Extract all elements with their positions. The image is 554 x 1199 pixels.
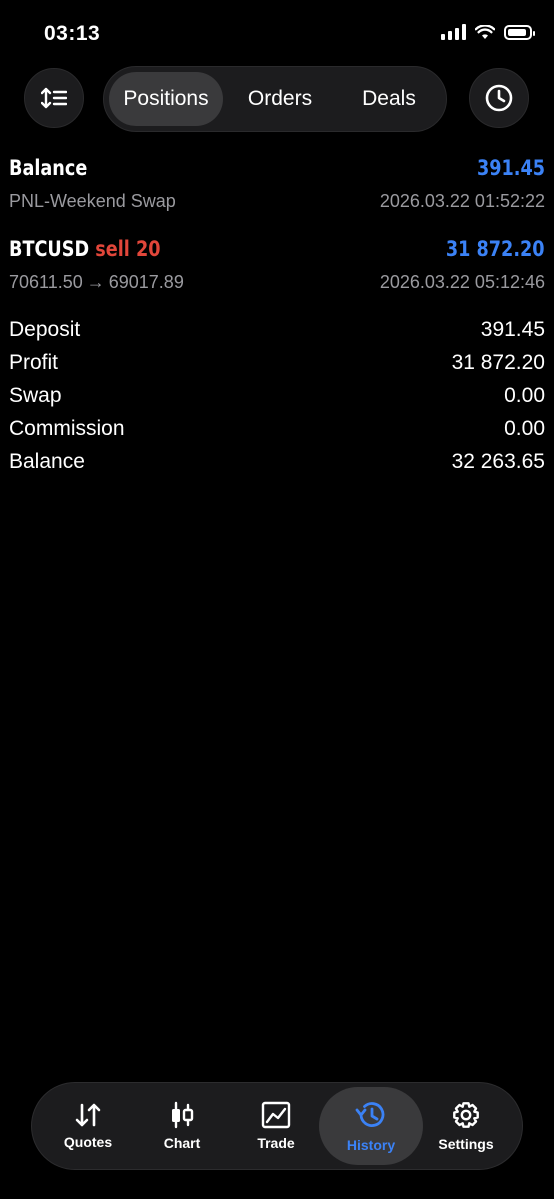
list-item[interactable]: BTCUSD sell 20 31 872.20 70611.50 → 69017.… xyxy=(9,234,545,297)
status-bar: 03:13 xyxy=(0,0,554,70)
tab-label: Trade xyxy=(257,1135,295,1151)
arrow-right-icon: → xyxy=(86,271,105,292)
summary-label: Commission xyxy=(9,416,125,440)
tab-chart[interactable]: Chart xyxy=(135,1087,229,1165)
deal-comment: PNL-Weekend Swap xyxy=(9,190,176,211)
tab-trade[interactable]: Trade xyxy=(229,1087,323,1165)
tab-deals[interactable]: Deals xyxy=(332,72,446,126)
tab-positions[interactable]: Positions xyxy=(109,72,223,126)
summary-value: 391.45 xyxy=(480,317,545,341)
tab-label: Settings xyxy=(438,1136,494,1152)
summary-value: 31 872.20 xyxy=(451,350,545,374)
settings-icon xyxy=(453,1102,479,1128)
history-segmented-control: Positions Orders Deals xyxy=(103,66,447,132)
summary-row-commission: Commission 0.00 xyxy=(9,412,545,445)
cellular-signal-icon xyxy=(441,24,466,40)
quotes-icon xyxy=(75,1103,101,1127)
trade-icon xyxy=(261,1101,291,1129)
summary-value: 0.00 xyxy=(504,416,545,440)
summary-row-deposit: Deposit 391.45 xyxy=(9,313,545,346)
tab-settings[interactable]: Settings xyxy=(419,1087,513,1165)
summary-row-balance: Balance 32 263.65 xyxy=(9,445,545,478)
history-summary: Deposit 391.45 Profit 31 872.20 Swap 0.0… xyxy=(9,313,545,478)
sort-icon xyxy=(41,87,67,109)
summary-value: 0.00 xyxy=(504,383,545,407)
summary-row-profit: Profit 31 872.20 xyxy=(9,346,545,379)
summary-value: 32 263.65 xyxy=(451,449,545,473)
history-icon xyxy=(355,1102,385,1127)
deal-timestamp: 2026.03.22 01:52:22 xyxy=(379,190,545,211)
summary-label: Swap xyxy=(9,383,62,407)
deal-title: Balance xyxy=(9,156,88,180)
tab-label: Chart xyxy=(163,1135,201,1151)
chart-icon xyxy=(172,1101,194,1129)
wifi-icon xyxy=(475,24,495,39)
tab-quotes[interactable]: Quotes xyxy=(41,1087,135,1165)
deal-timestamp: 2026.03.22 05:12:46 xyxy=(379,271,545,292)
tab-history[interactable]: History xyxy=(319,1087,423,1165)
deal-symbol: BTCUSD xyxy=(9,237,90,261)
tab-label: Quotes xyxy=(63,1134,113,1150)
tab-orders[interactable]: Orders xyxy=(223,72,337,126)
status-time: 03:13 xyxy=(44,22,101,45)
sort-button[interactable] xyxy=(24,68,84,128)
price-close: 69017.89 xyxy=(108,271,184,292)
deal-title-group: BTCUSD sell 20 xyxy=(9,237,161,261)
bottom-tab-bar: Quotes Chart Trade History Settings xyxy=(31,1082,523,1170)
tab-label: History xyxy=(346,1137,396,1153)
summary-label: Deposit xyxy=(9,317,81,341)
status-icons xyxy=(441,24,535,40)
summary-label: Profit xyxy=(9,350,59,374)
deal-amount: 31 872.20 xyxy=(446,237,545,261)
list-item[interactable]: Balance 391.45 PNL-Weekend Swap 2026.03.… xyxy=(9,153,545,216)
deal-amount: 391.45 xyxy=(476,156,545,180)
period-button[interactable] xyxy=(469,68,529,128)
deal-prices: 70611.50 → 69017.89 xyxy=(9,272,184,293)
deal-action: sell 20 xyxy=(95,237,161,261)
summary-label: Balance xyxy=(9,449,85,473)
price-open: 70611.50 xyxy=(9,271,83,292)
battery-icon xyxy=(504,24,535,40)
clock-icon xyxy=(485,84,513,112)
summary-row-swap: Swap 0.00 xyxy=(9,379,545,412)
